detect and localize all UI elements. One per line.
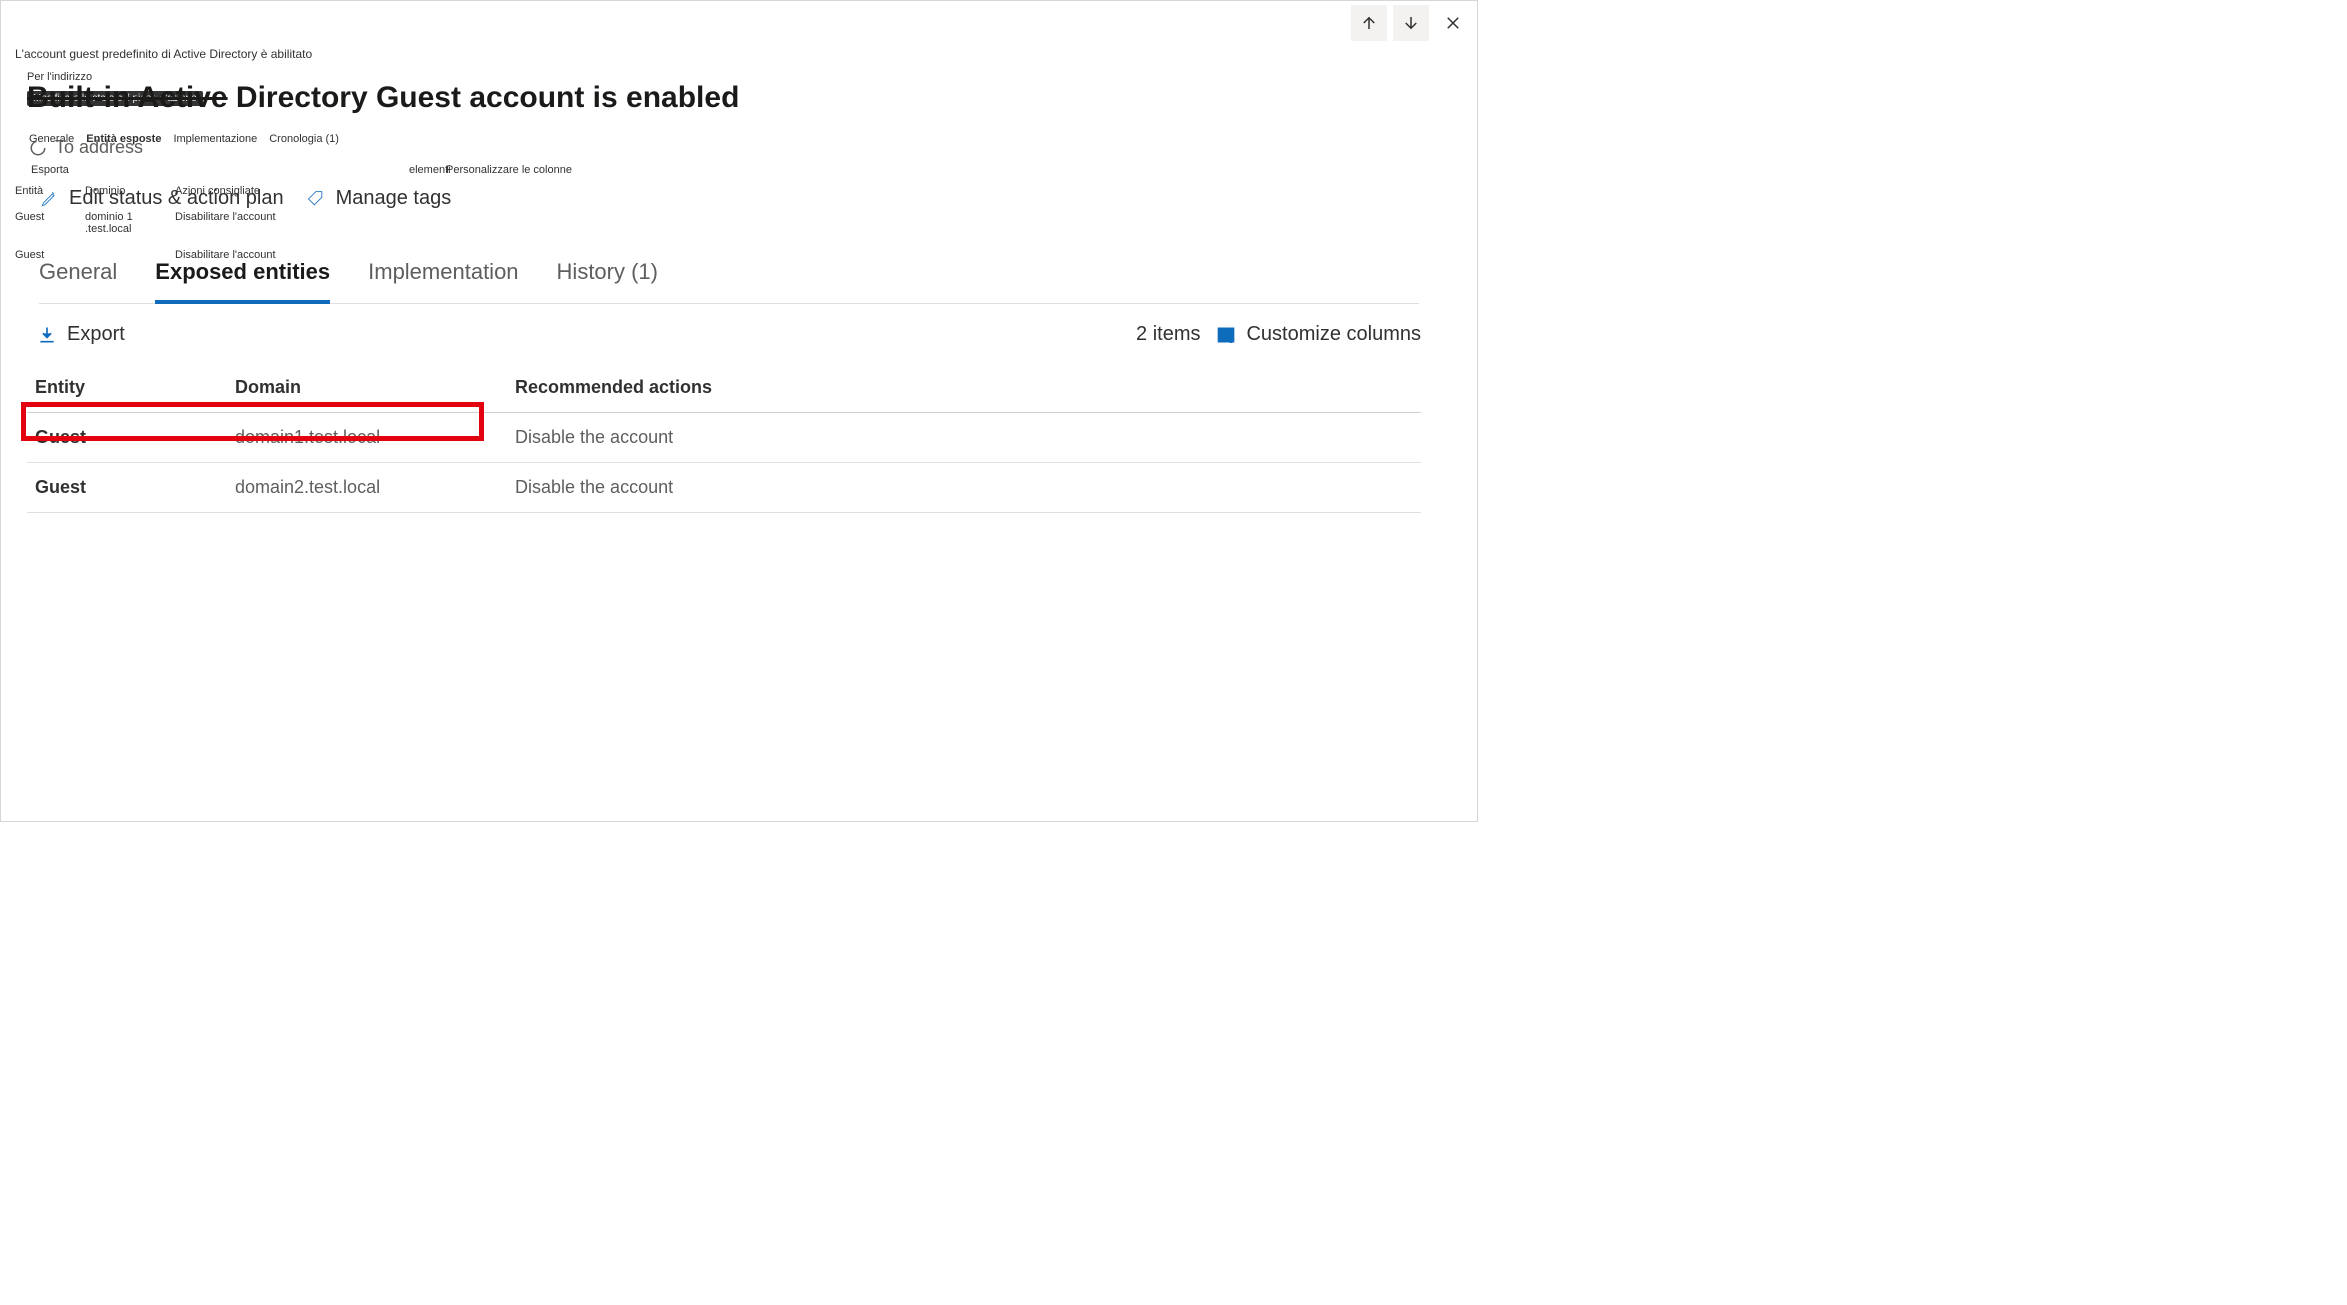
- cell-entity: Guest: [35, 477, 235, 498]
- table-row[interactable]: Guest domain1.test.local Disable the acc…: [27, 413, 1421, 463]
- download-icon: [37, 325, 57, 345]
- tab-exposed-entities[interactable]: Exposed entities: [155, 259, 330, 304]
- export-small: Esporta: [31, 164, 69, 176]
- columns-icon: [1216, 325, 1236, 345]
- col-domain[interactable]: Domain: [235, 377, 515, 398]
- header-it: L'account guest predefinito di Active Di…: [15, 47, 312, 61]
- item-count: 2 items: [1136, 323, 1200, 346]
- customize-small: Personalizzare le colonne: [446, 164, 572, 176]
- cell-domain: domain2.test.local: [235, 477, 515, 498]
- items-small: elementi: [409, 164, 451, 176]
- arrow-up-icon: [1360, 14, 1378, 32]
- pencil-icon: [39, 189, 59, 209]
- col-actions[interactable]: Recommended actions: [515, 377, 1015, 398]
- actions-row: Edit status & action plan Manage tags: [39, 187, 451, 210]
- page-title: Built-in Active Directory Guest account …: [27, 81, 739, 115]
- table-row[interactable]: Guest domain2.test.local Disable the acc…: [27, 463, 1421, 513]
- tag-icon: [306, 189, 326, 209]
- close-button[interactable]: [1435, 5, 1471, 41]
- export-button[interactable]: Export: [37, 323, 125, 346]
- cell-action: Disable the account: [515, 477, 1015, 498]
- tab-history[interactable]: History (1): [557, 259, 658, 293]
- manage-tags-label: Manage tags: [336, 187, 452, 210]
- title-strike: Built-in Active: [27, 81, 228, 114]
- to-address-label: To address: [55, 137, 143, 158]
- cell-entity: Guest: [35, 427, 235, 448]
- spinner-icon: [29, 139, 47, 157]
- arrow-down-icon: [1402, 14, 1420, 32]
- close-icon: [1444, 14, 1462, 32]
- manage-tags-action[interactable]: Manage tags: [306, 187, 452, 210]
- panel-controls: [1351, 5, 1471, 41]
- gh-r1c2: dominio 1 .test.local: [85, 211, 175, 235]
- gh-r1c3: Disabilitare l'account: [175, 211, 295, 235]
- nav-up-button[interactable]: [1351, 5, 1387, 41]
- cell-action: Disable the account: [515, 427, 1015, 448]
- tab-general[interactable]: General: [39, 259, 117, 293]
- cell-domain: domain1.test.local: [235, 427, 515, 448]
- tab-small-impl: Implementazione: [173, 133, 257, 145]
- gh-r1c1: Guest: [15, 211, 85, 235]
- nav-down-button[interactable]: [1393, 5, 1429, 41]
- edit-status-label: Edit status & action plan: [69, 187, 284, 210]
- customize-columns-button[interactable]: Customize columns: [1216, 323, 1421, 346]
- grid-header: Entity Domain Recommended actions: [27, 363, 1421, 413]
- tab-implementation[interactable]: Implementation: [368, 259, 518, 293]
- to-address-badge: To address: [29, 137, 143, 158]
- edit-status-action[interactable]: Edit status & action plan: [39, 187, 284, 210]
- customize-columns-label: Customize columns: [1246, 323, 1421, 346]
- col-entity[interactable]: Entity: [35, 377, 235, 398]
- export-label: Export: [67, 323, 125, 346]
- page-title-row: Built-in Active Directory Guest account …: [27, 81, 739, 115]
- entities-grid: Entity Domain Recommended actions Guest …: [27, 363, 1421, 513]
- tabs: General Exposed entities Implementation …: [39, 259, 1419, 304]
- title-rest: Directory Guest account is enabled: [228, 81, 740, 114]
- list-toolbar: Export 2 items Customize columns: [37, 323, 1421, 346]
- tab-small-history: Cronologia (1): [269, 133, 339, 145]
